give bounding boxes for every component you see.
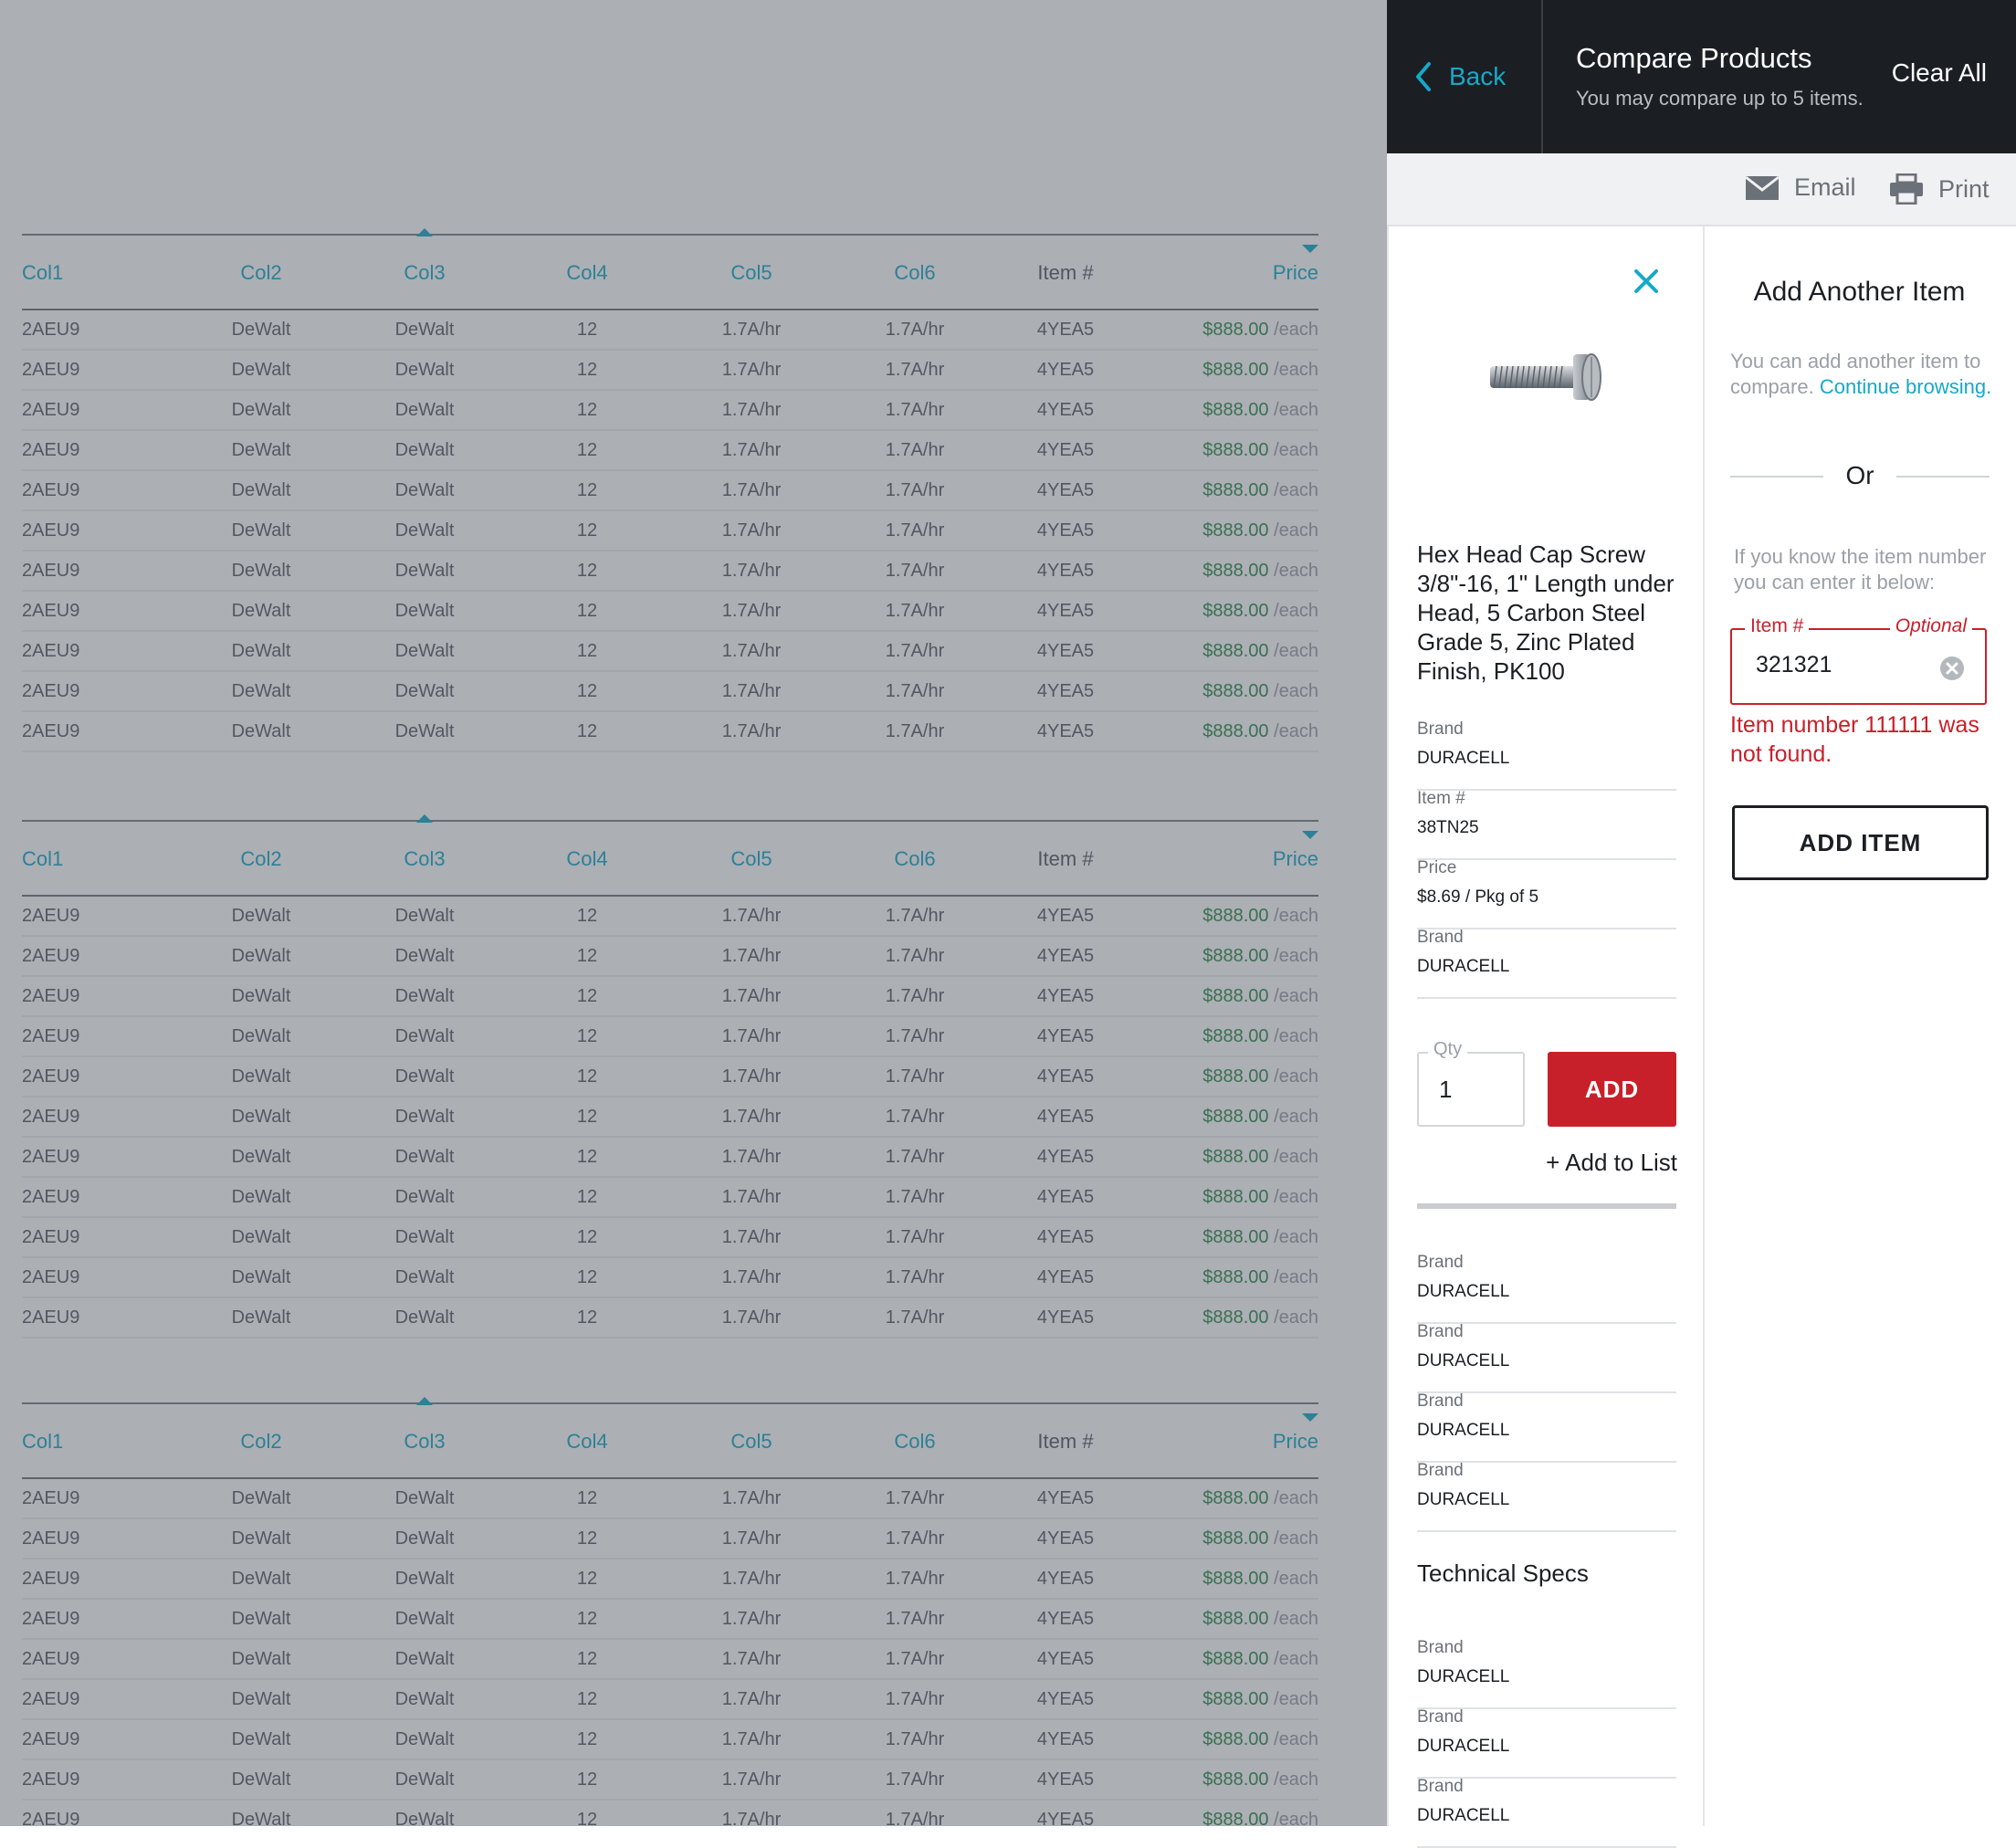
spec-label: Price: [1417, 858, 1457, 877]
item-number-instructions: If you know the item number you can ente…: [1734, 545, 1987, 593]
add-item-button[interactable]: ADD ITEM: [1732, 805, 1989, 880]
spec-value: DURACELL: [1417, 1351, 1510, 1370]
spec-label: Brand: [1417, 1253, 1464, 1272]
add-another-hint: You can add another item to compare. Con…: [1730, 349, 1995, 400]
or-line-right: [1896, 476, 1990, 478]
spec-label: Brand: [1417, 1777, 1464, 1796]
spec-label: Brand: [1417, 1638, 1464, 1657]
or-separator: Or: [1730, 457, 1990, 494]
clear-input-icon[interactable]: [1939, 656, 1965, 681]
compare-header: Back Compare Products You may compare up…: [1387, 0, 2016, 153]
envelope-icon: [1745, 175, 1780, 200]
spec-label: Brand: [1417, 1322, 1464, 1341]
spec-row: Brand DURACELL: [1417, 1322, 1676, 1393]
add-another-title: Add Another Item: [1753, 277, 1966, 307]
spec-value: DURACELL: [1417, 749, 1510, 768]
item-number-input[interactable]: Item # Optional 321321: [1730, 615, 1987, 705]
item-number-label: Item #: [1745, 615, 1810, 637]
spec-row: Brand DURACELL: [1417, 719, 1676, 791]
spec-row: Item # 38TN25: [1417, 789, 1676, 860]
product-title[interactable]: Hex Head Cap Screw 3/8"-16, 1" Length un…: [1417, 540, 1682, 686]
spec-value: DURACELL: [1417, 1490, 1510, 1509]
print-label: Print: [1938, 174, 1990, 203]
compared-product-column: Hex Head Cap Screw 3/8"-16, 1" Length un…: [1387, 226, 1705, 1848]
spec-value: DURACELL: [1417, 1667, 1510, 1686]
back-label: Back: [1449, 62, 1507, 90]
spec-value: 38TN25: [1417, 818, 1479, 837]
spec-row: Brand DURACELL: [1417, 928, 1676, 999]
spec-row: Brand DURACELL: [1417, 1638, 1676, 1709]
spec-value: DURACELL: [1417, 1282, 1510, 1301]
panel-title: Compare Products: [1576, 42, 1812, 74]
email-button[interactable]: Email: [1745, 173, 1856, 202]
back-button[interactable]: Back: [1414, 58, 1506, 95]
spec-label: Item #: [1417, 789, 1465, 808]
item-number-value: 321321: [1756, 652, 1832, 677]
spec-value: DURACELL: [1417, 957, 1510, 976]
chevron-left-icon: [1416, 62, 1431, 91]
spec-label: Brand: [1417, 928, 1464, 947]
printer-icon: [1890, 173, 1923, 205]
spec-row: Brand DURACELL: [1417, 1777, 1676, 1848]
add-another-item-column: Add Another Item You can add another ite…: [1703, 226, 2016, 1826]
add-to-cart-button[interactable]: ADD: [1548, 1052, 1676, 1127]
background-product-table: Col1 Col2 Col3 Col4 Col5 Col6 Item # Price 2AEU9…: [0, 0, 1387, 1826]
panel-subtitle: You may compare up to 5 items.: [1576, 87, 1864, 110]
quantity-input[interactable]: Qty 1: [1417, 1039, 1525, 1127]
spec-label: Brand: [1417, 1461, 1464, 1480]
compare-panel: Back Compare Products You may compare up…: [1387, 0, 2016, 1848]
email-label: Email: [1794, 173, 1856, 201]
spec-label: Brand: [1417, 1707, 1464, 1727]
print-button[interactable]: Print: [1889, 173, 1990, 205]
product-image: [1490, 353, 1601, 401]
spec-label: Brand: [1417, 1391, 1464, 1411]
quantity-label: Qty: [1428, 1039, 1468, 1060]
close-icon[interactable]: [1630, 265, 1663, 298]
spec-value: DURACELL: [1417, 1806, 1510, 1825]
optional-label: Optional: [1889, 615, 1972, 637]
spec-value: DURACELL: [1417, 1737, 1510, 1756]
section-divider: [1417, 1203, 1676, 1209]
spec-row: Brand DURACELL: [1417, 1461, 1676, 1532]
share-toolbar: Email Print: [1387, 153, 2016, 226]
clear-all-button[interactable]: Clear All: [1892, 58, 1987, 88]
spec-row: Price $8.69 / Pkg of 5: [1417, 858, 1676, 929]
spec-row: Brand DURACELL: [1417, 1707, 1676, 1779]
header-divider: [1541, 0, 1543, 153]
add-to-list-link[interactable]: + Add to List: [1546, 1149, 1677, 1177]
spec-row: Brand DURACELL: [1417, 1391, 1676, 1463]
spec-value: $8.69 / Pkg of 5: [1417, 887, 1539, 907]
item-not-found-error: Item number 111111 was not found.: [1730, 712, 1979, 767]
spec-value: DURACELL: [1417, 1421, 1510, 1440]
modal-overlay[interactable]: [0, 0, 1387, 1826]
technical-specs-heading: Technical Specs: [1417, 1559, 1589, 1587]
spec-label: Brand: [1417, 719, 1464, 739]
quantity-value: 1: [1439, 1076, 1453, 1103]
continue-browsing-link[interactable]: Continue browsing.: [1820, 375, 1991, 398]
spec-row: Brand DURACELL: [1417, 1253, 1676, 1324]
